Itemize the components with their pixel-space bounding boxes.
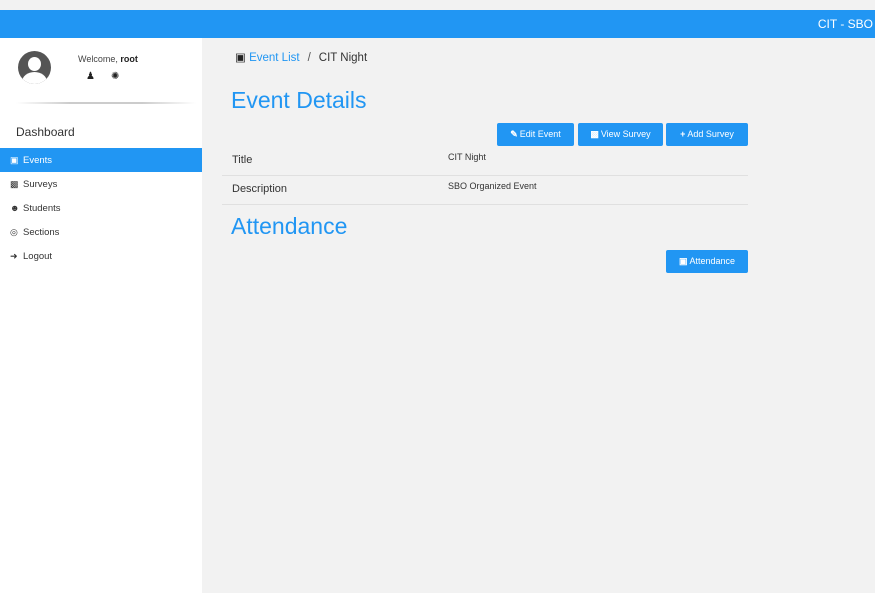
sidebar-nav: ▣ Events ▩ Surveys ☻ Students ◎ Sections ➜ Lo… xyxy=(0,148,202,268)
sidebar-item-label: Events xyxy=(23,155,53,166)
target-icon: ◎ xyxy=(10,227,18,237)
gear-icon[interactable]: ✺ xyxy=(111,71,119,82)
sidebar-item-label: Students xyxy=(23,203,61,214)
detail-value: SBO Organized Event xyxy=(448,181,537,191)
avatar xyxy=(18,51,51,84)
sidebar-item-label: Surveys xyxy=(23,179,58,190)
breadcrumb: ▣ Event List / CIT Night xyxy=(235,50,367,64)
detail-row-title: Title CIT Night xyxy=(222,146,748,176)
detail-label: Description xyxy=(232,183,288,195)
poll-icon: ▩ xyxy=(590,129,599,139)
calendar-icon: ▣ xyxy=(10,155,19,165)
nav-header: Dashboard xyxy=(16,125,75,139)
sidebar: Welcome, root ♟ ✺ Dashboard ▣ Events ▩ Surv… xyxy=(0,38,202,593)
calendar-icon: ▣ xyxy=(235,52,246,64)
sidebar-item-logout[interactable]: ➜ Logout xyxy=(0,244,202,268)
add-survey-button[interactable]: + Add Survey xyxy=(666,123,748,146)
calendar-icon: ▣ xyxy=(678,256,688,266)
user-actions: ♟ ✺ xyxy=(86,71,135,82)
detail-row-description: Description SBO Organized Event xyxy=(222,175,748,205)
username: root xyxy=(120,54,138,64)
top-navbar: CIT - SBO xyxy=(0,10,875,38)
edit-icon: ✎ xyxy=(510,129,518,139)
sidebar-item-label: Sections xyxy=(23,227,60,238)
sidebar-item-students[interactable]: ☻ Students xyxy=(0,196,202,220)
breadcrumb-current: CIT Night xyxy=(318,52,368,64)
breadcrumb-event-list[interactable]: ▣ Event List xyxy=(235,52,300,64)
sidebar-item-events[interactable]: ▣ Events xyxy=(0,148,202,172)
attendance-button[interactable]: ▣ Attendance xyxy=(666,250,748,273)
sidebar-item-surveys[interactable]: ▩ Surveys xyxy=(0,172,202,196)
edit-event-button[interactable]: ✎ Edit Event xyxy=(497,123,574,146)
event-details-heading: Event Details xyxy=(231,87,367,113)
attendance-heading: Attendance xyxy=(231,213,348,239)
user-icon[interactable]: ♟ xyxy=(86,71,95,82)
plus-icon: + xyxy=(680,129,686,139)
user-card: Welcome, root ♟ ✺ xyxy=(0,38,202,104)
poll-icon: ▩ xyxy=(10,179,19,189)
divider xyxy=(16,102,196,104)
welcome-text: Welcome, root xyxy=(78,54,138,64)
view-survey-button[interactable]: ▩ View Survey xyxy=(578,123,663,146)
breadcrumb-separator: / xyxy=(307,52,311,64)
brand-title[interactable]: CIT - SBO xyxy=(818,17,873,31)
sign-out-icon: ➜ xyxy=(10,251,18,261)
sidebar-item-label: Logout xyxy=(23,251,53,262)
detail-label: Title xyxy=(232,154,253,166)
users-icon: ☻ xyxy=(10,203,20,213)
main-content: ▣ Event List / CIT Night Event Details ✎ Ed… xyxy=(202,38,875,593)
sidebar-item-sections[interactable]: ◎ Sections xyxy=(0,220,202,244)
detail-value: CIT Night xyxy=(448,152,486,162)
